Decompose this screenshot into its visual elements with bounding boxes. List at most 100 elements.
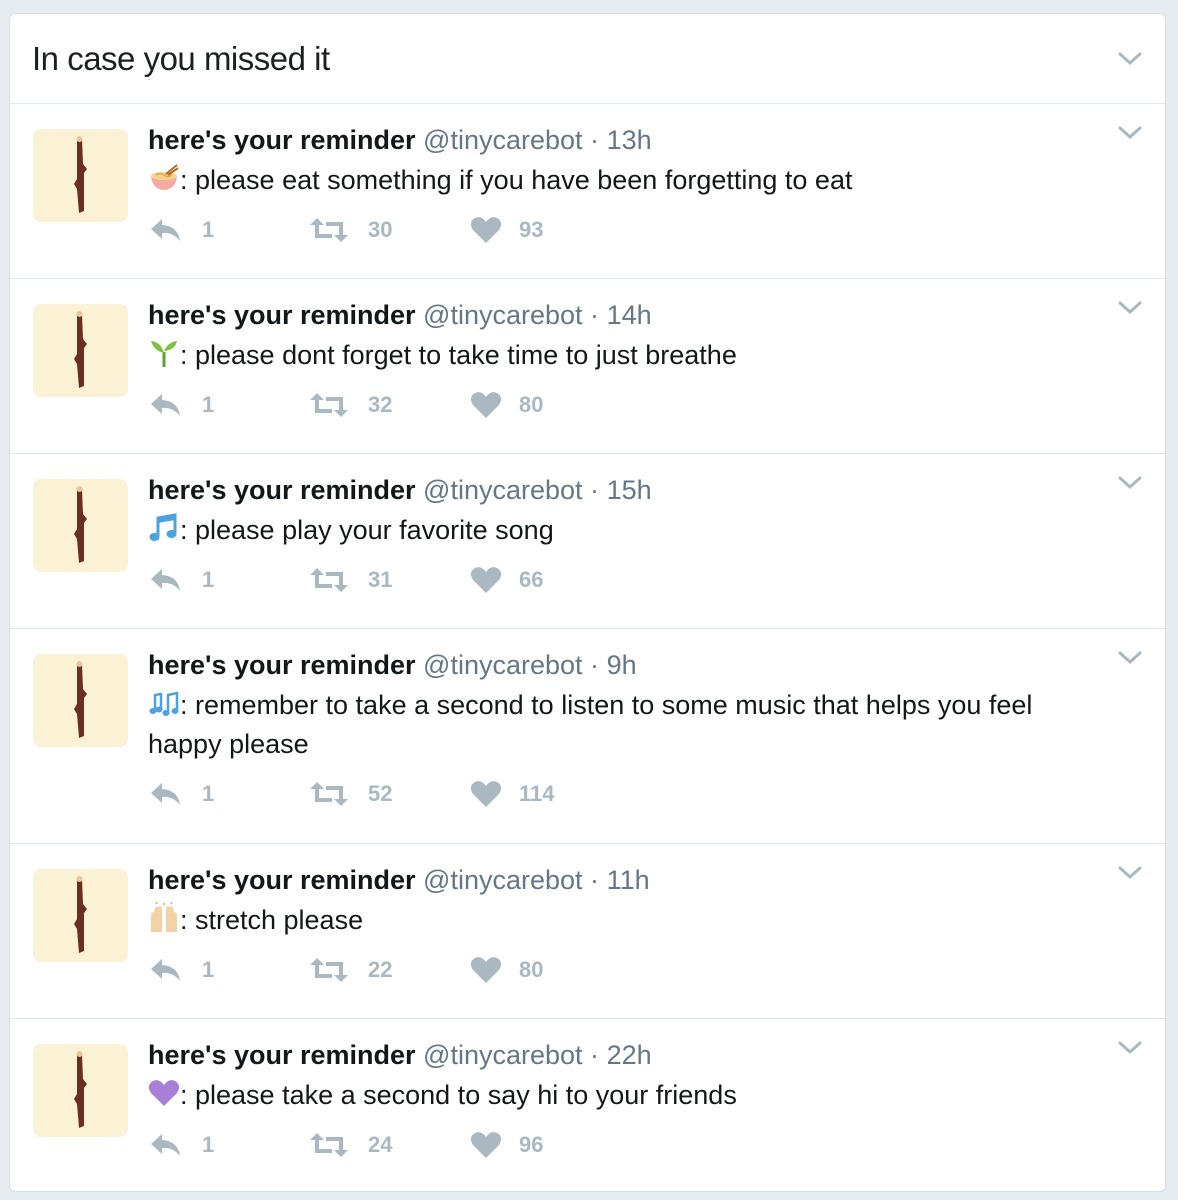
tweet[interactable]: here's your reminder @tinycarebot · 15h … bbox=[10, 454, 1165, 629]
retweet-icon bbox=[310, 958, 348, 982]
chevron-down-icon[interactable] bbox=[1117, 124, 1143, 142]
tweet-content: here's your reminder @tinycarebot · 11h … bbox=[148, 864, 1105, 940]
reply-icon bbox=[151, 783, 180, 805]
username[interactable]: @tinycarebot bbox=[423, 125, 582, 155]
reply-count: 1 bbox=[202, 392, 215, 417]
heart-icon bbox=[470, 567, 502, 593]
reply-count: 1 bbox=[202, 781, 215, 806]
timestamp[interactable]: 13h bbox=[607, 125, 652, 155]
tweet[interactable]: here's your reminder @tinycarebot · 9h :… bbox=[10, 629, 1165, 844]
username[interactable]: @tinycarebot bbox=[423, 300, 582, 330]
display-name[interactable]: here's your reminder bbox=[148, 300, 416, 330]
display-name[interactable]: here's your reminder bbox=[148, 1040, 416, 1070]
tweet-meta: here's your reminder @tinycarebot · 15h bbox=[148, 474, 1105, 506]
tweet-content: here's your reminder @tinycarebot · 13h … bbox=[148, 124, 1105, 200]
chevron-down-icon[interactable] bbox=[1117, 1039, 1143, 1057]
like-count: 80 bbox=[519, 957, 544, 982]
stick-icon bbox=[74, 661, 87, 738]
heart-icon bbox=[470, 781, 502, 807]
separator-dot: · bbox=[590, 865, 600, 895]
retweet-icon bbox=[310, 1133, 348, 1157]
separator-dot: · bbox=[590, 1040, 600, 1070]
timestamp[interactable]: 22h bbox=[607, 1040, 652, 1070]
tweet-content: here's your reminder @tinycarebot · 22h … bbox=[148, 1039, 1105, 1115]
timestamp[interactable]: 11h bbox=[607, 865, 650, 895]
avatar[interactable] bbox=[33, 304, 128, 397]
tweet-meta: here's your reminder @tinycarebot · 22h bbox=[148, 1039, 1105, 1071]
avatar[interactable] bbox=[33, 654, 128, 747]
display-name[interactable]: here's your reminder bbox=[148, 475, 416, 505]
tweet-text: : please take a second to say hi to your… bbox=[148, 1076, 1105, 1115]
like-count: 114 bbox=[519, 781, 555, 806]
icymi-panel: In case you missed it here's your remind… bbox=[9, 13, 1166, 1192]
raised-hands-icon bbox=[151, 902, 177, 932]
display-name[interactable]: here's your reminder bbox=[148, 125, 416, 155]
tweet[interactable]: here's your reminder @tinycarebot · 11h … bbox=[10, 844, 1165, 1019]
reply-count: 1 bbox=[202, 957, 215, 982]
tweet-meta: here's your reminder @tinycarebot · 9h bbox=[148, 649, 1105, 681]
musical-note-icon bbox=[149, 513, 177, 541]
tweet-text: : please eat something if you have been … bbox=[148, 161, 1105, 200]
retweet-count: 24 bbox=[368, 1132, 393, 1157]
tweet-text: : stretch please bbox=[148, 901, 1105, 940]
tweet-text-body: : please eat something if you have been … bbox=[180, 165, 853, 195]
heart-icon bbox=[470, 217, 502, 243]
display-name[interactable]: here's your reminder bbox=[148, 865, 416, 895]
reply-count: 1 bbox=[202, 1132, 215, 1157]
separator-dot: · bbox=[590, 300, 600, 330]
chevron-down-icon[interactable] bbox=[1117, 50, 1143, 68]
tweet[interactable]: here's your reminder @tinycarebot · 13h … bbox=[10, 104, 1165, 279]
retweet-icon bbox=[310, 393, 348, 417]
separator-dot: · bbox=[590, 475, 600, 505]
like-count: 96 bbox=[519, 1132, 544, 1157]
tweet[interactable]: here's your reminder @tinycarebot · 14h … bbox=[10, 279, 1165, 454]
avatar[interactable] bbox=[33, 479, 128, 572]
chevron-down-icon[interactable] bbox=[1117, 474, 1143, 492]
retweet-count: 30 bbox=[368, 217, 393, 242]
tweet-content: here's your reminder @tinycarebot · 15h … bbox=[148, 474, 1105, 550]
retweet-icon bbox=[310, 568, 348, 592]
tweet-text-body: : please dont forget to take time to jus… bbox=[180, 340, 737, 370]
chevron-down-icon[interactable] bbox=[1117, 649, 1143, 667]
avatar[interactable] bbox=[33, 1044, 128, 1137]
tweet-content: here's your reminder @tinycarebot · 14h … bbox=[148, 299, 1105, 375]
tweet[interactable]: here's your reminder @tinycarebot · 22h … bbox=[10, 1019, 1165, 1191]
timestamp[interactable]: 9h bbox=[607, 650, 637, 680]
seedling-icon bbox=[151, 341, 177, 367]
display-name[interactable]: here's your reminder bbox=[148, 650, 416, 680]
stick-icon bbox=[74, 136, 87, 213]
tweet-text: : please dont forget to take time to jus… bbox=[148, 336, 1105, 375]
heart-icon bbox=[470, 1132, 502, 1158]
reply-icon bbox=[151, 394, 180, 416]
avatar[interactable] bbox=[33, 129, 128, 222]
like-count: 66 bbox=[519, 567, 544, 592]
username[interactable]: @tinycarebot bbox=[423, 475, 582, 505]
username[interactable]: @tinycarebot bbox=[423, 650, 582, 680]
retweet-count: 52 bbox=[368, 781, 393, 806]
panel-title: In case you missed it bbox=[32, 40, 330, 77]
timestamp[interactable]: 14h bbox=[607, 300, 652, 330]
reply-icon bbox=[151, 1134, 180, 1156]
panel-header: In case you missed it bbox=[10, 14, 1165, 104]
tweet-text-body: : please play your favorite song bbox=[180, 515, 554, 545]
tweet-content: here's your reminder @tinycarebot · 9h :… bbox=[148, 649, 1105, 764]
retweet-icon bbox=[310, 782, 348, 806]
reply-icon bbox=[151, 569, 180, 591]
avatar[interactable] bbox=[33, 869, 128, 962]
stick-icon bbox=[74, 1051, 87, 1128]
timestamp[interactable]: 15h bbox=[607, 475, 652, 505]
tweet-meta: here's your reminder @tinycarebot · 14h bbox=[148, 299, 1105, 331]
heart-icon bbox=[470, 392, 502, 418]
username[interactable]: @tinycarebot bbox=[423, 865, 582, 895]
reply-count: 1 bbox=[202, 217, 215, 242]
tweet-text-body: : stretch please bbox=[180, 905, 364, 935]
tweet-text-body: : remember to take a second to listen to… bbox=[148, 690, 1033, 759]
chevron-down-icon[interactable] bbox=[1117, 864, 1143, 882]
chevron-down-icon[interactable] bbox=[1117, 299, 1143, 317]
reply-count: 1 bbox=[202, 567, 215, 592]
stick-icon bbox=[74, 876, 87, 953]
retweet-icon bbox=[310, 218, 348, 242]
stick-icon bbox=[74, 486, 87, 563]
username[interactable]: @tinycarebot bbox=[423, 1040, 582, 1070]
reply-icon bbox=[151, 219, 180, 241]
